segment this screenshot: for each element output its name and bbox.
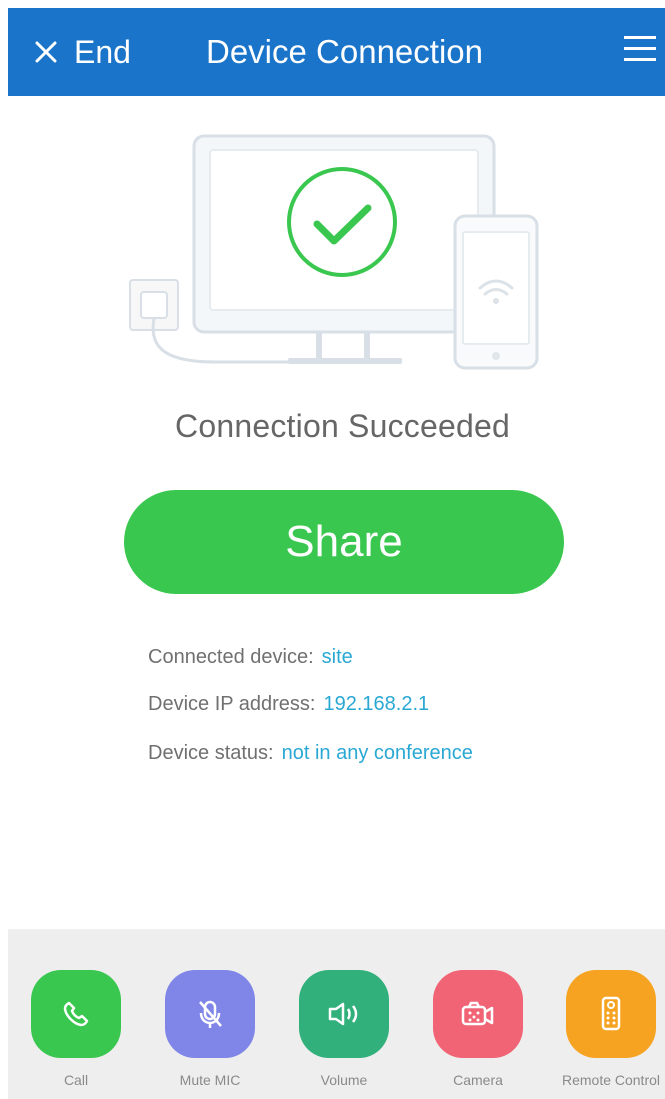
hamburger-menu-icon[interactable] (623, 34, 657, 64)
mute-mic-button[interactable]: Mute MIC (150, 970, 270, 1088)
remote-control-tile[interactable] (566, 970, 656, 1058)
remote-control-label: Remote Control (561, 1072, 661, 1088)
share-button[interactable]: Share (124, 490, 564, 594)
close-icon (35, 41, 57, 63)
end-label: End (74, 34, 131, 70)
device-ip-label: Device IP address: (148, 693, 316, 715)
camera-button[interactable]: Camera (418, 970, 538, 1088)
call-label: Call (63, 1072, 89, 1088)
connection-status: Connection Succeeded (175, 408, 510, 444)
mute-mic-label: Mute MIC (179, 1072, 241, 1088)
remote-control-button[interactable]: Remote Control (551, 970, 665, 1088)
camera-label: Camera (453, 1072, 503, 1088)
end-button[interactable]: End (34, 30, 131, 74)
camera-tile[interactable] (433, 970, 523, 1058)
device-ip-value: 192.168.2.1 (323, 693, 430, 715)
volume-button[interactable]: Volume (284, 970, 404, 1088)
mute-mic-tile[interactable] (165, 970, 255, 1058)
volume-icon (328, 1002, 358, 1026)
device-status-row: Device status: not in any conference (148, 742, 473, 765)
remote-control-icon (601, 996, 621, 1031)
app-header: End Device Connection (8, 8, 665, 96)
connected-device-label: Connected device: (148, 646, 314, 668)
connected-device-row: Connected device: site (148, 646, 353, 669)
device-status-value: not in any conference (281, 742, 473, 764)
connected-devices-illustration (129, 134, 539, 370)
call-tile[interactable] (31, 970, 121, 1058)
device-ip-row: Device IP address: 192.168.2.1 (148, 693, 429, 716)
page-title: Device Connection (206, 33, 483, 70)
device-status-label: Device status: (148, 742, 274, 764)
camera-icon (461, 1001, 494, 1026)
phone-icon (63, 1001, 89, 1027)
call-button[interactable]: Call (16, 970, 136, 1088)
microphone-off-icon (199, 1000, 222, 1028)
volume-label: Volume (320, 1072, 368, 1088)
top-gap (0, 0, 665, 8)
volume-tile[interactable] (299, 970, 389, 1058)
connected-device-value: site (321, 646, 353, 668)
